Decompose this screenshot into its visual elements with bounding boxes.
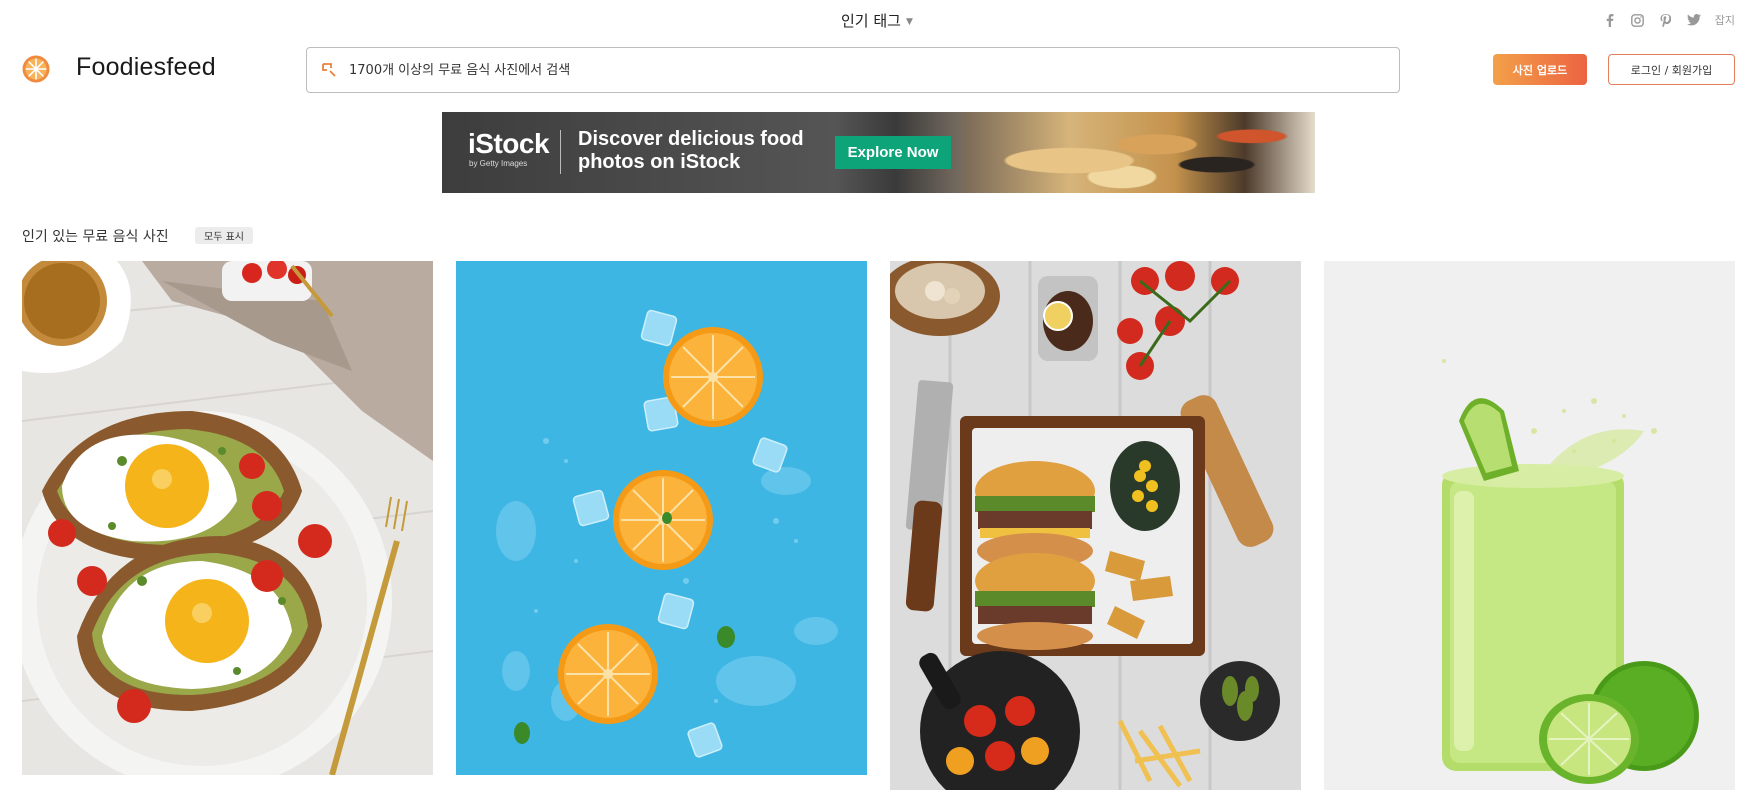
photo-card-oranges-blue[interactable] xyxy=(456,261,867,775)
photo-avocado-toast xyxy=(22,261,433,775)
photo-card-avocado-toast[interactable] xyxy=(22,261,433,775)
photo-lime-juice xyxy=(1324,261,1735,790)
upload-photo-button[interactable]: 사진 업로드 xyxy=(1493,54,1587,85)
photo-card-lime-juice[interactable] xyxy=(1324,261,1735,790)
chevron-down-icon: ▼ xyxy=(905,16,913,27)
ad-tagline: Discover delicious food photos on iStock xyxy=(578,128,804,173)
magazine-link[interactable]: 잡지 xyxy=(1715,12,1735,28)
social-links: 잡지 xyxy=(1603,12,1735,28)
ad-brand: iStock xyxy=(468,128,550,159)
ad-brand-sub: by Getty Images xyxy=(469,159,528,168)
section-title: 인기 있는 무료 음식 사진 xyxy=(22,229,169,245)
ad-explore-button[interactable]: Explore Now xyxy=(835,136,951,169)
popular-tags-menu[interactable]: 인기 태그 ▼ xyxy=(841,10,913,31)
ad-divider xyxy=(560,130,561,174)
orange-slice-logo-icon[interactable] xyxy=(22,55,50,83)
site-logo-text[interactable]: Foodiesfeed xyxy=(76,53,216,82)
top-bar: 인기 태그 ▼ 잡지 xyxy=(0,0,1751,40)
twitter-icon[interactable] xyxy=(1686,13,1701,27)
pinterest-icon[interactable] xyxy=(1659,13,1673,27)
popular-tags-label: 인기 태그 xyxy=(841,12,901,30)
instagram-icon[interactable] xyxy=(1631,13,1645,27)
search-bar[interactable] xyxy=(306,47,1400,93)
photo-oranges-blue xyxy=(456,261,867,775)
ad-pasta-image xyxy=(964,112,1315,193)
photo-card-burgers[interactable] xyxy=(890,261,1301,790)
istock-ad-banner[interactable]: iStock by Getty Images Discover deliciou… xyxy=(442,112,1315,193)
search-input[interactable] xyxy=(349,62,1349,78)
login-signup-button[interactable]: 로그인 / 회원가입 xyxy=(1608,54,1735,85)
facebook-icon[interactable] xyxy=(1603,13,1617,27)
photo-burgers xyxy=(890,261,1301,790)
show-all-button[interactable]: 모두 표시 xyxy=(195,227,253,244)
search-icon xyxy=(321,62,337,78)
